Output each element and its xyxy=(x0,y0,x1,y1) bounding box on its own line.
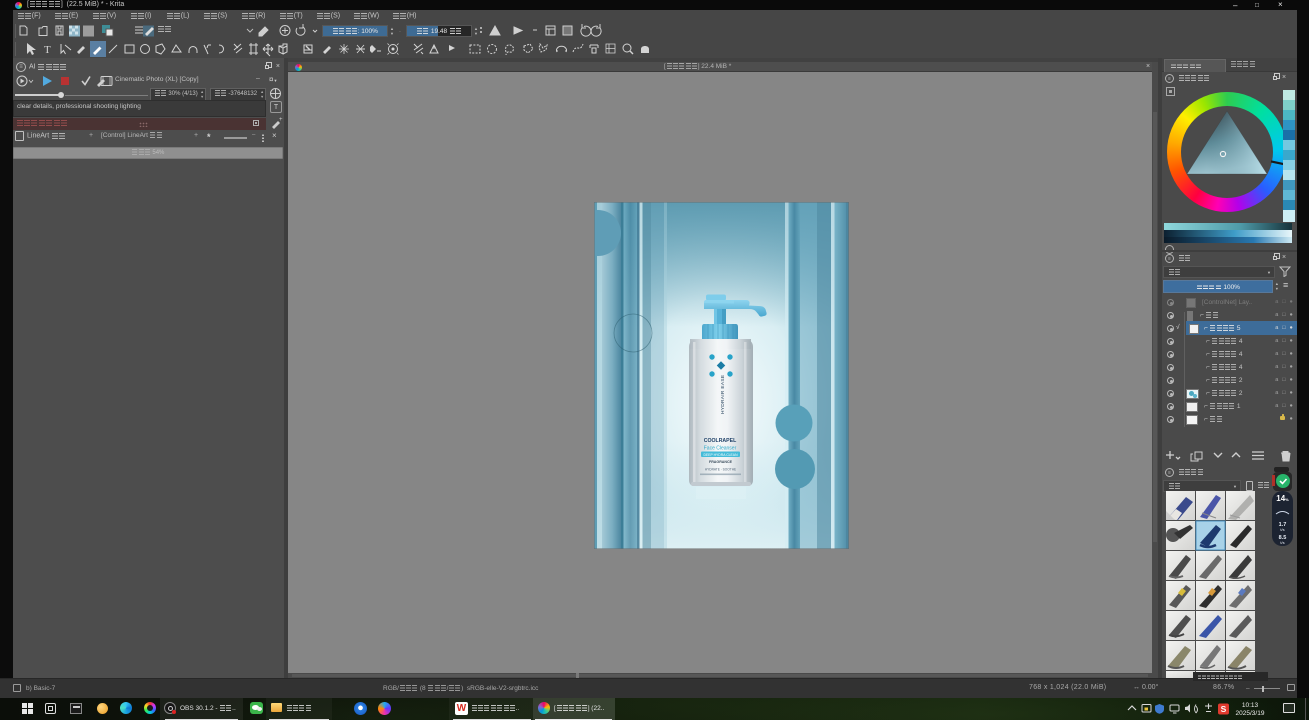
svg-text:DEEP HYDRA CLEAN: DEEP HYDRA CLEAN xyxy=(703,453,738,457)
svg-text:S: S xyxy=(1221,704,1227,714)
svg-text:HYDRATE · SOOTHE: HYDRATE · SOOTHE xyxy=(705,468,736,472)
svg-text:COOLRAPEL: COOLRAPEL xyxy=(704,438,737,444)
svg-text:HYDRAIR EASE: HYDRAIR EASE xyxy=(720,375,726,414)
svg-text:T: T xyxy=(44,44,51,56)
svg-text:FRAGRANCE: FRAGRANCE xyxy=(709,460,733,464)
svg-text:+: + xyxy=(279,117,283,123)
svg-text:Face Cleanser: Face Cleanser xyxy=(704,446,737,452)
